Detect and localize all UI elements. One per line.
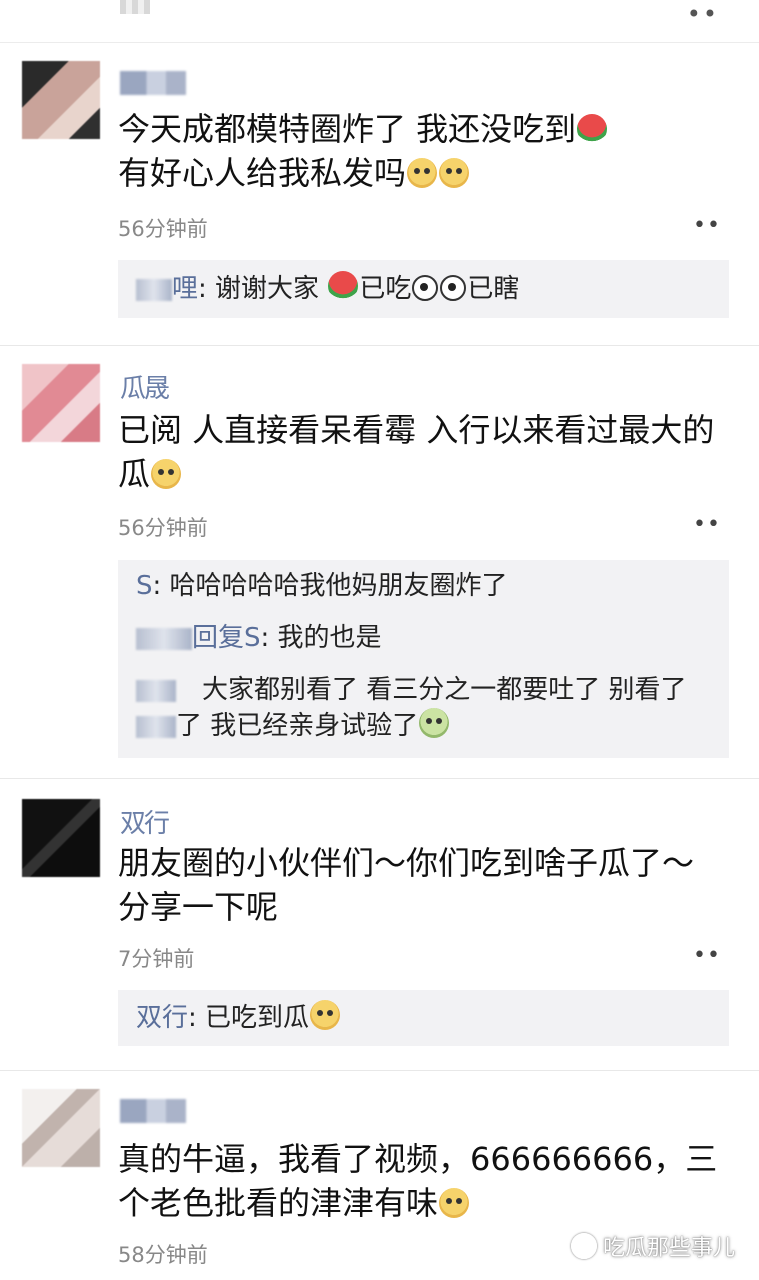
commenter-name[interactable] [120,1095,186,1125]
avatar[interactable] [22,799,100,877]
comment-text: 真的牛逼，我看了视频，666666666，三 个老色批看的津津有味 [118,1137,729,1225]
watermark-text: 吃瓜那些事儿 [602,1236,735,1261]
reply-text: : 哈哈哈哈哈我他妈朋友圈炸了 [152,571,508,601]
reply-text: 已吃 [359,274,412,304]
timestamp: 58分钟前 [118,1243,208,1267]
comment-line: 个老色批看的津津有味 [118,1184,439,1222]
top-strip: •• [0,0,759,40]
blurred-name [136,679,176,702]
reply-item[interactable]: 回复S: 我的也是 [136,620,719,656]
comment-post: 双行 朋友圈的小伙伴们～你们吃到啥子瓜了～ 分享一下呢 7分钟前 •• 双行: … [0,795,759,1060]
blurred-name [136,715,176,738]
reply-item[interactable]: S: 哈哈哈哈哈我他妈朋友圈炸了 [136,568,719,604]
more-dots-icon[interactable]: •• [693,213,721,238]
comment-line: 分享一下呢 [118,888,279,926]
commenter-name[interactable]: 瓜晟 [120,368,170,405]
avatar[interactable] [22,364,100,442]
commenter-name[interactable]: 双行 [120,803,170,840]
more-dots-icon[interactable]: •• [693,943,721,968]
reply-box: 哩: 谢谢大家 已吃 已瞎 [118,260,729,318]
reply-name: 双行 [136,1003,189,1033]
reply-box: S: 哈哈哈哈哈我他妈朋友圈炸了 回复S: 我的也是 大家都别看了 看三分之一都… [118,560,729,758]
reply-text: : 已吃到瓜 [188,1003,310,1033]
blurred-name [120,1098,186,1123]
face-emoji-icon [419,708,450,738]
watermelon-emoji-icon [328,271,359,301]
commenter-name[interactable] [120,67,186,97]
comment-line: 有好心人给我私发吗 [118,154,407,192]
watermark: 吃瓜那些事儿 [570,1230,735,1262]
reply-text: : 谢谢大家 [198,274,328,304]
reply-box: 双行: 已吃到瓜 [118,990,729,1046]
eye-emoji-icon [412,275,439,301]
face-emoji-icon [439,1188,470,1218]
divider [0,42,759,43]
more-dots-icon[interactable]: •• [693,512,721,537]
wechat-logo-icon [570,1233,597,1259]
divider [0,345,759,346]
comment-line: 今天成都模特圈炸了 我还没吃到 [118,110,577,148]
reply-text: 了 我已经亲身试验了 [176,711,419,741]
face-emoji-icon [151,459,182,489]
reply-item[interactable]: 大家都别看了 看三分之一都要吐了 别看了 了 我已经亲身试验了 [136,672,719,744]
comment-line: 已阅 人直接看呆看霉 入行以来看过最大的 [118,411,715,449]
blurred-name [120,0,150,14]
divider [0,1070,759,1071]
watermelon-emoji-icon [577,114,608,144]
blurred-name [120,70,186,95]
face-emoji-icon [310,1000,341,1030]
blurred-name [136,278,172,301]
eye-emoji-icon [440,275,467,301]
reply-name: S [136,571,153,601]
more-dots-icon[interactable]: •• [687,0,719,28]
reply-name: 哩 [172,274,199,304]
comment-line: 瓜 [118,455,151,493]
timestamp: 56分钟前 [118,217,208,241]
reply-text: : 我的也是 [260,623,382,653]
timestamp: 7分钟前 [118,947,195,971]
blurred-name [136,627,192,650]
comment-text: 朋友圈的小伙伴们～你们吃到啥子瓜了～ 分享一下呢 [118,841,729,929]
comment-line: 真的牛逼，我看了视频，666666666，三 [118,1140,718,1178]
comment-text: 已阅 人直接看呆看霉 入行以来看过最大的 瓜 [118,408,729,496]
avatar[interactable] [22,61,100,139]
divider [0,778,759,779]
reply-item[interactable]: 哩: 谢谢大家 已吃 已瞎 [136,271,719,307]
reply-item[interactable]: 双行: 已吃到瓜 [136,1000,719,1036]
face-emoji-icon [407,158,438,188]
comment-post: 今天成都模特圈炸了 我还没吃到 有好心人给我私发吗 56分钟前 •• 哩: 谢谢… [0,55,759,325]
comment-line: 朋友圈的小伙伴们～你们吃到啥子瓜了～ [118,844,695,882]
comment-post: 瓜晟 已阅 人直接看呆看霉 入行以来看过最大的 瓜 56分钟前 •• S: 哈哈… [0,360,759,770]
reply-name: 回复S [192,623,261,653]
avatar[interactable] [22,1089,100,1167]
comment-text: 今天成都模特圈炸了 我还没吃到 有好心人给我私发吗 [118,107,729,195]
face-emoji-icon [439,158,470,188]
reply-text: 已瞎 [467,274,520,304]
reply-text: 大家都别看了 看三分之一都要吐了 别看了 [202,675,687,705]
timestamp: 56分钟前 [118,516,208,540]
